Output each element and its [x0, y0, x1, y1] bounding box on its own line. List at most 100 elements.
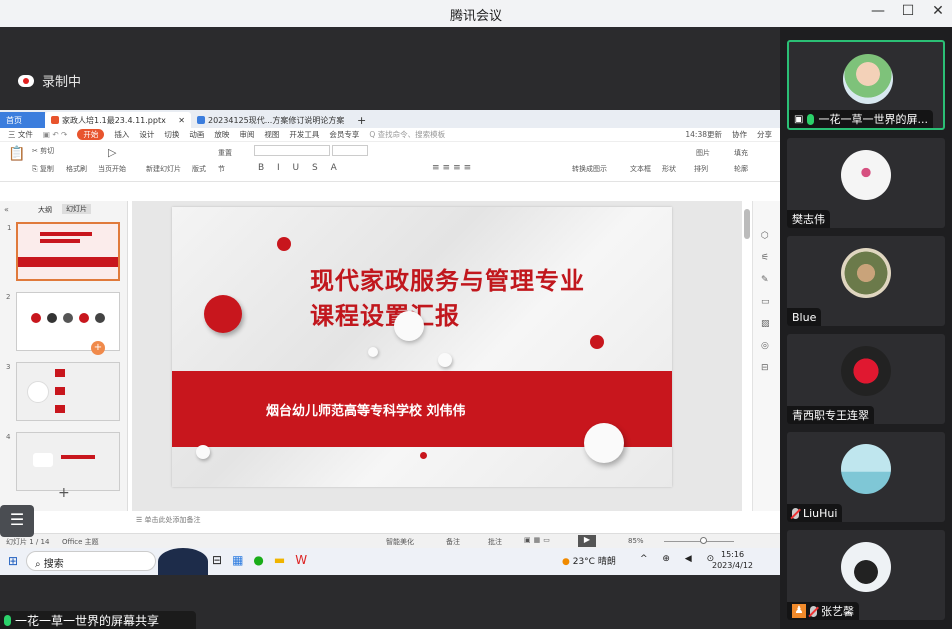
cut-button[interactable]: ✂ 剪切: [32, 146, 54, 156]
current-slide[interactable]: 现代家政服务与管理专业 课程设置汇报 烟台幼儿师范高等专科学校 刘伟伟: [172, 207, 672, 487]
tab-close-icon[interactable]: ✕: [178, 116, 185, 125]
taskbar-search[interactable]: ⌕ 搜索: [26, 551, 156, 571]
participant-tile[interactable]: 青西职专王连翠: [787, 334, 945, 424]
taskbar-search-label: 搜索: [43, 559, 64, 570]
play-icon[interactable]: ▷: [108, 146, 116, 159]
screen-share-label-text: 一花一草一世界的屏幕共享: [15, 613, 160, 628]
maximize-button[interactable]: ☐: [896, 3, 920, 19]
textbox-button[interactable]: 文本框: [630, 164, 651, 174]
arrange-button[interactable]: 排列: [694, 164, 708, 174]
recording-indicator[interactable]: 录制中: [18, 71, 81, 90]
thumb-circles: [31, 313, 105, 323]
slide-scrollbar[interactable]: [744, 209, 750, 239]
slide-canvas: 现代家政服务与管理专业 课程设置汇报 烟台幼儿师范高等专科学校 刘伟伟: [132, 201, 750, 511]
menu-review[interactable]: 审阅: [239, 129, 254, 140]
reset-button[interactable]: 重置: [218, 148, 232, 158]
font-size-select[interactable]: [332, 145, 368, 156]
menu-transition[interactable]: 切换: [164, 129, 179, 140]
fill-button[interactable]: 填充: [734, 148, 748, 158]
taskbar-clock[interactable]: 15:16 2023/4/12: [712, 549, 753, 571]
deco-red-ball: [420, 452, 427, 459]
taskbar-widget-image[interactable]: [158, 548, 208, 575]
participant-tile[interactable]: ♟ 张艺馨: [787, 530, 945, 620]
zoom-slider[interactable]: [664, 541, 734, 542]
slide-thumb-3[interactable]: 3: [6, 362, 120, 421]
slide-thumb-1[interactable]: 1: [7, 222, 120, 281]
menu-start[interactable]: 开始: [77, 129, 105, 140]
zoom-level: 85%: [628, 537, 644, 545]
menu-member[interactable]: 会员专享: [329, 129, 359, 140]
share-button[interactable]: 分享: [757, 129, 780, 140]
tab-pptx[interactable]: 家政人培1.1最23.4.11.pptx ✕: [45, 112, 191, 128]
collab-button[interactable]: 协作: [732, 129, 747, 140]
wps-tabbar: 首页 家政人培1.1最23.4.11.pptx ✕ 20234125现代...方…: [0, 110, 780, 128]
format-painter-button[interactable]: 格式刷: [66, 164, 87, 174]
close-button[interactable]: ✕: [926, 3, 950, 19]
participant-name: LiuHui: [803, 506, 838, 520]
add-slide-icon[interactable]: +: [91, 341, 105, 355]
layout-button[interactable]: 版式: [192, 164, 206, 174]
slide-thumb-2[interactable]: 2 +: [6, 292, 120, 355]
shape-button[interactable]: 形状: [662, 164, 676, 174]
notes-toggle-button[interactable]: 备注: [446, 537, 460, 547]
command-search[interactable]: Q 查找命令、搜索模板: [369, 129, 445, 140]
smart-beauty-button[interactable]: 智能美化: [386, 537, 414, 547]
tab-home[interactable]: 首页: [0, 112, 45, 128]
participant-tile[interactable]: LiuHui: [787, 432, 945, 522]
tray-icons[interactable]: ^ ⊕ ◀ ⊙: [640, 554, 720, 564]
tab-outline[interactable]: 大纲: [38, 205, 52, 215]
menu-view[interactable]: 视图: [264, 129, 279, 140]
window-titlebar: 腾讯会议 — ☐ ✕: [0, 0, 952, 27]
tab-doc[interactable]: 20234125现代...方案修订说明论方案: [191, 112, 351, 128]
add-slide-button[interactable]: +: [58, 485, 70, 501]
collapse-panel-icon[interactable]: «: [4, 205, 9, 214]
play-current-button[interactable]: 当页开始: [98, 164, 126, 174]
menu-animation[interactable]: 动画: [189, 129, 204, 140]
participant-tile[interactable]: Blue: [787, 236, 945, 326]
notes-area[interactable]: ☰ 单击此处添加备注: [132, 515, 742, 527]
screen-share-label: 一花一草一世界的屏幕共享: [0, 611, 196, 629]
play-slideshow-button[interactable]: ▶: [578, 535, 596, 547]
participant-tile[interactable]: ▣ 一花一草一世界的屏...: [787, 40, 945, 130]
deco-red-ball: [277, 237, 291, 251]
windows-taskbar: ⊞ ⌕ 搜索 ⊟▦●▬W ● 23°C 晴朗 ^ ⊕ ◀ ⊙ 15:16 2023…: [0, 548, 780, 575]
mic-muted-icon: [792, 507, 799, 519]
menu-file[interactable]: 三 文件: [8, 129, 33, 140]
text-format-icons[interactable]: B I U S A: [258, 163, 342, 173]
windows-start-icon[interactable]: ⊞: [8, 554, 18, 568]
paste-icon[interactable]: 📋: [8, 146, 25, 162]
zoom-handle[interactable]: [700, 537, 707, 544]
mic-muted-icon: [810, 605, 817, 617]
outline-button[interactable]: 轮廓: [734, 164, 748, 174]
quick-access-icons[interactable]: ▣ ↶ ↷: [43, 130, 67, 139]
minimize-button[interactable]: —: [866, 3, 890, 19]
menu-design[interactable]: 设计: [139, 129, 154, 140]
menu-devtools[interactable]: 开发工具: [289, 129, 319, 140]
copy-button[interactable]: ⎘ 复制: [32, 164, 54, 174]
section-button[interactable]: 节: [218, 164, 225, 174]
participant-tile[interactable]: 樊志伟: [787, 138, 945, 228]
picture-button[interactable]: 图片: [696, 148, 710, 158]
deco-red-ball: [204, 295, 242, 333]
menu-slideshow[interactable]: 放映: [214, 129, 229, 140]
comments-button[interactable]: 批注: [488, 537, 502, 547]
weather-widget[interactable]: ● 23°C 晴朗: [562, 554, 616, 567]
slide-thumb-4[interactable]: 4: [6, 432, 120, 491]
wps-statusbar: 幻灯片 1 / 14 Office 主题 智能美化 备注 批注 ▣▦▭ ▶ 85…: [0, 533, 780, 548]
participant-name-tag: ♟ 张艺馨: [787, 602, 859, 620]
side-tool-icons[interactable]: ⬡ ⚟ ✎ ▭ ▨ ◎ ⊟: [761, 225, 770, 379]
paragraph-align-icons[interactable]: ≡≡≡≡: [432, 163, 474, 173]
new-slide-button[interactable]: 新建幻灯片: [146, 164, 181, 174]
new-tab-button[interactable]: +: [351, 112, 372, 128]
font-select[interactable]: [254, 145, 330, 156]
slide-counter: 幻灯片 1 / 14: [6, 538, 50, 546]
taskbar-apps[interactable]: ⊟▦●▬W: [212, 553, 317, 567]
thumb-number: 1: [7, 224, 12, 232]
view-mode-icons[interactable]: ▣▦▭: [524, 536, 553, 544]
menu-insert[interactable]: 插入: [114, 129, 129, 140]
meeting-menu-button[interactable]: ☰: [0, 505, 34, 537]
tab-slides[interactable]: 幻灯片: [62, 204, 91, 214]
window-title: 腾讯会议: [449, 9, 502, 24]
thumb-line: [61, 455, 95, 459]
smartart-button[interactable]: 转换成图示: [572, 164, 607, 174]
